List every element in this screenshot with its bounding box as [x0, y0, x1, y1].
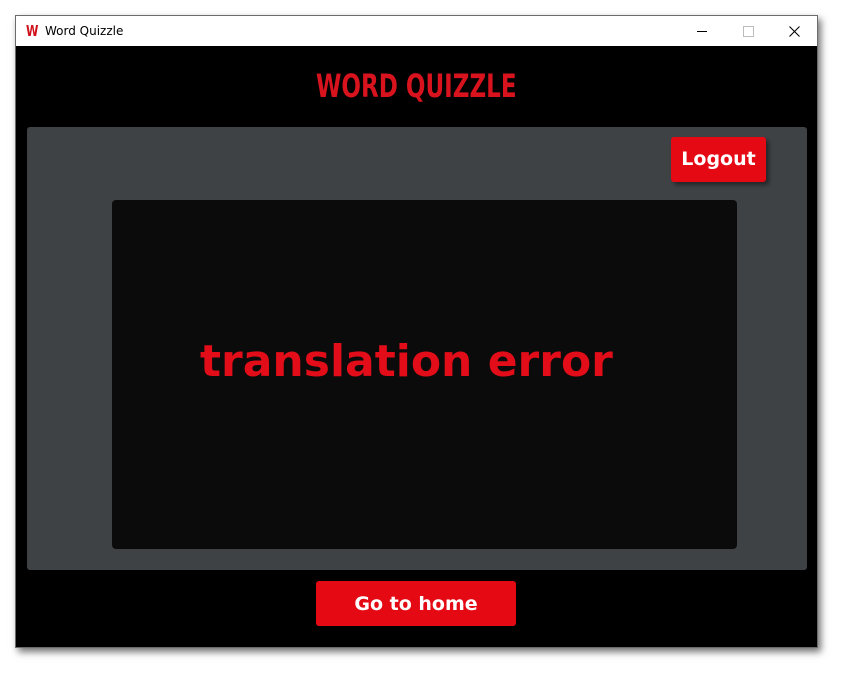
- brand-title: WORD QUIZZLE: [16, 66, 817, 106]
- maximize-icon: [742, 25, 754, 37]
- title-bar[interactable]: W Word Quizzle: [16, 16, 817, 46]
- error-message: translation error: [200, 336, 613, 387]
- message-card: translation error: [112, 200, 737, 549]
- minimize-button[interactable]: [679, 16, 725, 46]
- app-window: W Word Quizzle WORD QUIZZLE Logout trans…: [15, 15, 818, 648]
- go-to-home-button[interactable]: Go to home: [316, 581, 516, 626]
- app-icon: W: [26, 22, 39, 40]
- logout-button[interactable]: Logout: [671, 137, 766, 182]
- content-panel: Logout translation error: [27, 127, 807, 570]
- maximize-button[interactable]: [725, 16, 771, 46]
- window-title: Word Quizzle: [45, 24, 124, 38]
- brand-title-text: WORD QUIZZLE: [316, 67, 517, 105]
- minimize-icon: [697, 30, 707, 32]
- close-button[interactable]: [771, 16, 817, 46]
- close-icon: [788, 25, 800, 37]
